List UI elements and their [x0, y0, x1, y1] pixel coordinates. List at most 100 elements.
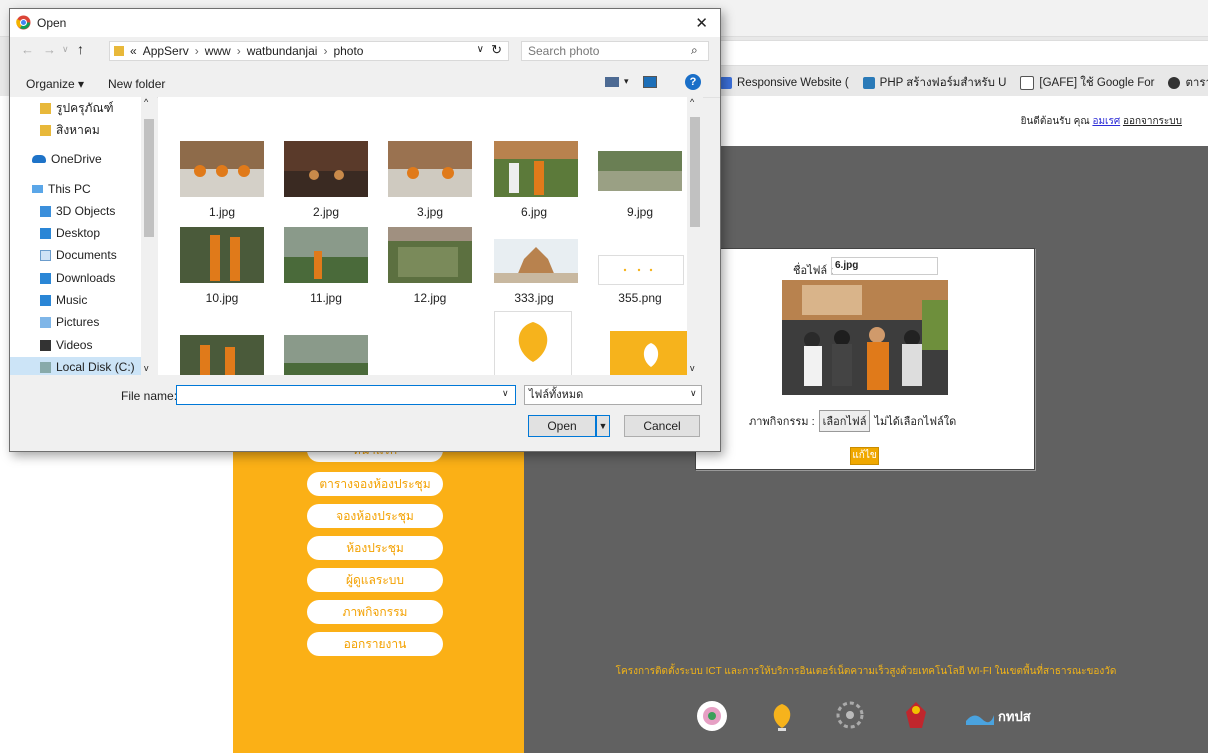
nav-report[interactable]: ออกรายงาน — [307, 632, 443, 656]
breadcrumb-overflow[interactable]: « — [130, 44, 137, 58]
file-thumbnail[interactable] — [180, 141, 264, 197]
nav-label: Desktop — [56, 226, 101, 240]
nav-onedrive[interactable]: OneDrive — [32, 149, 102, 169]
back-arrow-icon[interactable]: ← — [21, 42, 34, 57]
breadcrumb-item[interactable]: AppServ — [143, 44, 189, 58]
open-options-dropdown[interactable]: ▼ — [596, 415, 610, 437]
nav-label: Music — [56, 293, 88, 307]
nav-book-room[interactable]: จองห้องประชุม — [307, 504, 443, 528]
downloads-icon — [40, 272, 51, 284]
nav-booking-table[interactable]: ตารางจองห้องประชุม — [307, 472, 443, 496]
file-thumbnail[interactable] — [180, 227, 264, 283]
nav-admin[interactable]: ผู้ดูแลระบบ — [307, 568, 443, 592]
breadcrumb[interactable]: « AppServ › www › watbundanjai › photo ∨ ↻ — [109, 41, 509, 61]
nav-folder-item[interactable]: สิงหาคม — [40, 120, 100, 140]
file-name-field[interactable]: 6.jpg — [831, 257, 938, 275]
bookmark-item[interactable]: [GAFE] ใช้ Google For — [1020, 74, 1154, 92]
logout-link[interactable]: ออกจากระบบ — [1123, 116, 1182, 127]
open-button[interactable]: Open — [528, 415, 596, 437]
cancel-button[interactable]: Cancel — [624, 415, 700, 437]
chevron-up-icon[interactable]: ^ — [690, 97, 694, 107]
file-name[interactable]: 6.jpg — [484, 205, 584, 219]
nav-local-disk[interactable]: Local Disk (C:) — [10, 357, 157, 375]
bookmark-item[interactable]: ตารางนิ — [1168, 74, 1208, 92]
nav-folder-item[interactable]: รูปครุภัณฑ์ — [40, 98, 114, 118]
address-bar[interactable] — [720, 40, 1208, 66]
search-input[interactable]: Search photo — [521, 41, 709, 61]
chevron-down-icon[interactable]: ∨ — [690, 388, 697, 399]
nav-scrollbar-thumb[interactable] — [144, 119, 154, 237]
file-thumbnail[interactable] — [610, 331, 692, 375]
file-name[interactable]: 9.jpg — [590, 205, 690, 219]
breadcrumb-item[interactable]: photo — [333, 44, 363, 58]
refresh-icon[interactable]: ↻ — [491, 42, 502, 58]
help-icon[interactable]: ? — [685, 74, 701, 90]
nav-documents[interactable]: Documents — [40, 245, 117, 265]
nav-music[interactable]: Music — [40, 290, 87, 310]
view-options-icon[interactable] — [605, 77, 619, 87]
breadcrumb-item[interactable]: www — [205, 44, 231, 58]
choose-file-button[interactable]: เลือกไฟล์ — [818, 410, 871, 432]
file-thumbnail[interactable] — [284, 227, 368, 283]
chevron-down-icon[interactable]: ▾ — [624, 76, 629, 87]
file-name[interactable]: 3.jpg — [380, 205, 480, 219]
bookmark-label: Responsive Website ( — [737, 77, 849, 89]
file-thumbnail[interactable] — [494, 141, 578, 197]
file-name[interactable]: 2.jpg — [276, 205, 376, 219]
file-type-select[interactable]: ไฟล์ทั้งหมด — [524, 385, 702, 405]
nav-label: This PC — [48, 182, 91, 196]
forward-arrow-icon[interactable]: → — [43, 42, 56, 57]
close-icon[interactable]: ✕ — [695, 14, 708, 32]
bookmark-item[interactable]: PHP สร้างฟอร์มสำหรับ U — [862, 74, 1006, 92]
breadcrumb-item[interactable]: watbundanjai — [247, 44, 318, 58]
chevron-down-icon[interactable]: v — [144, 363, 149, 373]
chevron-right-icon: › — [236, 44, 241, 58]
file-thumbnail[interactable] — [388, 141, 472, 197]
submit-edit-button[interactable]: แก้ไข — [850, 447, 879, 465]
file-name[interactable]: 355.png — [590, 291, 690, 305]
file-name[interactable]: 1.jpg — [172, 205, 272, 219]
nav-videos[interactable]: Videos — [40, 335, 92, 355]
nav-label: รูปครุภัณฑ์ — [56, 101, 114, 115]
chevron-down-icon[interactable]: v — [690, 363, 695, 373]
nav-pictures[interactable]: Pictures — [40, 312, 99, 332]
nav-3d-objects[interactable]: 3D Objects — [40, 201, 115, 221]
pictures-icon — [40, 316, 51, 328]
folder-icon — [114, 46, 124, 56]
file-thumbnail[interactable] — [598, 151, 682, 191]
nav-this-pc[interactable]: This PC — [32, 179, 91, 199]
nav-desktop[interactable]: Desktop — [40, 223, 100, 243]
file-name[interactable]: 333.jpg — [484, 291, 584, 305]
nav-scrollbar[interactable]: ^ v — [141, 97, 157, 375]
file-name[interactable]: 12.jpg — [380, 291, 480, 305]
file-thumbnail[interactable] — [494, 311, 572, 375]
chevron-down-icon[interactable]: ∨ — [502, 388, 509, 399]
new-folder-button[interactable]: New folder — [108, 77, 165, 91]
nav-activity-photos[interactable]: ภาพกิจกรรม — [307, 600, 443, 624]
file-name[interactable]: 10.jpg — [172, 291, 272, 305]
file-thumbnail[interactable] — [494, 239, 578, 283]
file-name-input[interactable] — [176, 385, 516, 405]
chevron-down-icon[interactable]: ∨ — [477, 44, 484, 55]
bookmark-item[interactable]: Responsive Website ( — [720, 77, 849, 89]
organize-button[interactable]: Organize ▾ — [26, 77, 84, 91]
files-scrollbar-thumb[interactable] — [690, 117, 700, 227]
bookmarks-bar: Responsive Website ( PHP สร้างฟอร์มสำหรั… — [720, 72, 1208, 94]
files-scrollbar[interactable]: ^ v — [687, 97, 703, 375]
user-link[interactable]: อมเรศ — [1092, 116, 1120, 127]
file-thumbnail[interactable] — [284, 141, 368, 197]
activity-photo — [782, 280, 948, 395]
chevron-up-icon[interactable]: ^ — [144, 97, 148, 107]
nav-rooms[interactable]: ห้องประชุม — [307, 536, 443, 560]
file-thumbnail[interactable] — [388, 227, 472, 283]
preview-pane-icon[interactable] — [643, 76, 657, 88]
file-thumbnail[interactable] — [180, 335, 264, 375]
file-name[interactable]: 11.jpg — [276, 291, 376, 305]
3d-objects-icon — [40, 205, 51, 217]
recent-dropdown-icon[interactable]: ∨ — [62, 44, 69, 55]
up-arrow-icon[interactable]: ↑ — [77, 41, 84, 57]
file-thumbnail[interactable] — [598, 255, 684, 285]
folder-icon — [40, 124, 51, 136]
nav-downloads[interactable]: Downloads — [40, 268, 115, 288]
file-thumbnail[interactable] — [284, 335, 368, 375]
